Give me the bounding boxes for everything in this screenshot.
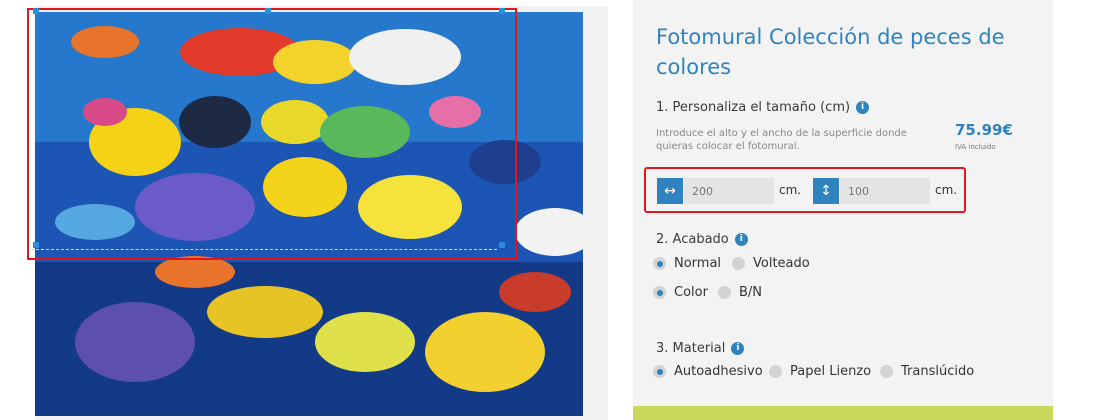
- product-options-panel: Fotomural Colección de peces de colores …: [633, 0, 1053, 420]
- info-icon[interactable]: i: [856, 101, 870, 114]
- option-label: Papel Lienzo: [790, 364, 872, 379]
- radio-selected-icon[interactable]: [653, 365, 666, 378]
- height-input[interactable]: 100: [840, 178, 930, 204]
- product-title: Fotomural Colección de peces de colores: [656, 25, 1005, 79]
- crop-handle-top-left[interactable]: [33, 8, 39, 14]
- mural-preview-area: [27, 6, 608, 420]
- crop-handle-bottom-left[interactable]: [33, 242, 39, 248]
- crop-handle-top-center[interactable]: [265, 8, 271, 14]
- radio-selected-icon[interactable]: [653, 286, 666, 299]
- info-icon[interactable]: i: [731, 342, 745, 355]
- size-section-heading: 1. Personaliza el tamaño (cm) i: [656, 100, 870, 115]
- width-input[interactable]: 200: [684, 178, 774, 204]
- footer-color-band: [633, 406, 1053, 420]
- price-tax-note: IVA incluido: [955, 143, 996, 151]
- info-icon[interactable]: i: [734, 233, 748, 246]
- option-label: B/N: [739, 285, 763, 300]
- height-unit: cm.: [935, 183, 958, 197]
- vertical-arrows-icon: ↕: [813, 178, 839, 204]
- page: Fotomural Colección de peces de colores …: [0, 0, 1100, 420]
- option-label: Autoadhesivo: [674, 364, 763, 379]
- color-option-color[interactable]: Color: [653, 285, 708, 300]
- material-option-translucent[interactable]: Translúcido: [880, 364, 974, 379]
- material-option-adhesive[interactable]: Autoadhesivo: [653, 364, 763, 379]
- size-inputs-box: ↔ 200 cm. ↕ 100 cm.: [644, 167, 966, 213]
- material-option-canvas[interactable]: Papel Lienzo: [769, 364, 871, 379]
- radio-icon[interactable]: [732, 257, 745, 270]
- option-label: Volteado: [753, 256, 810, 271]
- crop-handle-bottom-right[interactable]: [499, 242, 505, 248]
- size-heading-text: 1. Personaliza el tamaño (cm): [656, 100, 851, 115]
- finish-option-flipped[interactable]: Volteado: [732, 256, 810, 271]
- width-unit: cm.: [779, 183, 802, 197]
- radio-icon[interactable]: [880, 365, 893, 378]
- radio-icon[interactable]: [769, 365, 782, 378]
- material-section-heading: 3. Material i: [656, 341, 745, 356]
- option-label: Color: [674, 285, 708, 300]
- crop-guide-line: [31, 249, 497, 250]
- size-description: Introduce el alto y el ancho de la super…: [656, 128, 907, 152]
- option-label: Translúcido: [901, 364, 975, 379]
- finish-heading-text: 2. Acabado: [656, 232, 729, 247]
- radio-selected-icon[interactable]: [653, 257, 666, 270]
- horizontal-arrows-icon: ↔: [657, 178, 683, 204]
- material-heading-text: 3. Material: [656, 341, 726, 356]
- color-option-bw[interactable]: B/N: [718, 285, 762, 300]
- option-label: Normal: [674, 256, 722, 271]
- price: 75.99€: [955, 121, 1013, 139]
- radio-icon[interactable]: [718, 286, 731, 299]
- finish-section-heading: 2. Acabado i: [656, 232, 748, 247]
- crop-selection-box[interactable]: [27, 8, 517, 260]
- finish-option-normal[interactable]: Normal: [653, 256, 721, 271]
- crop-handle-top-right[interactable]: [499, 8, 505, 14]
